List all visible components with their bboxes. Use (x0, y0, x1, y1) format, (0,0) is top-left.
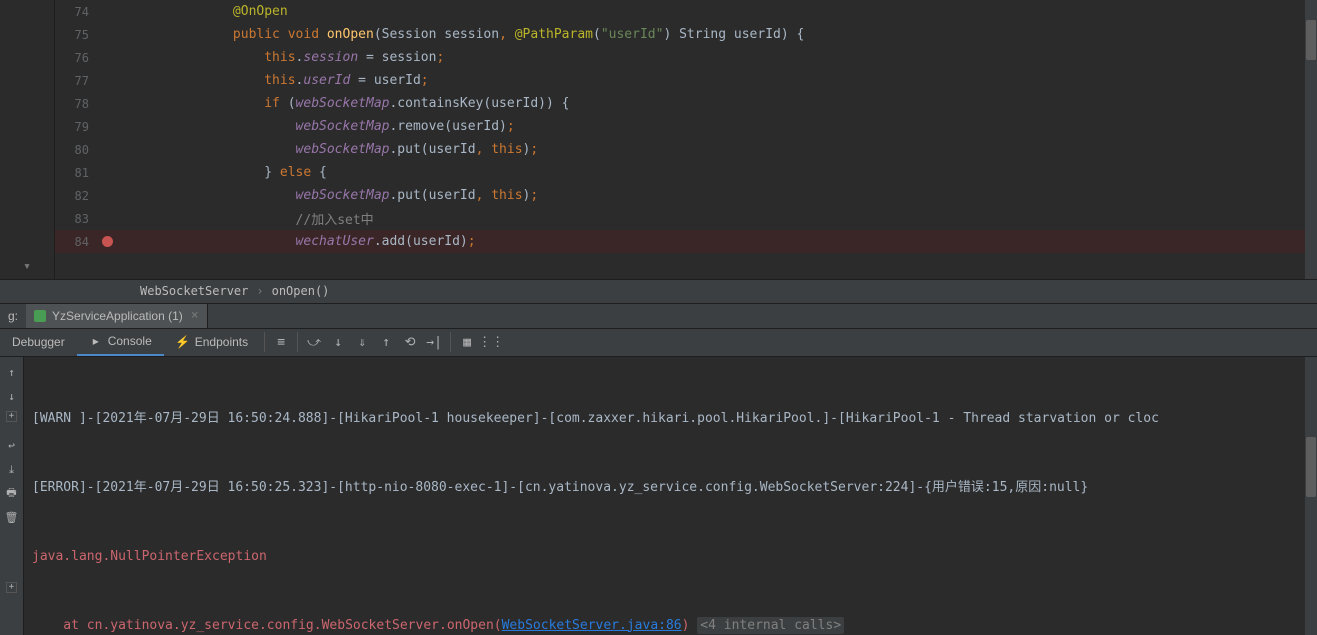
code-content[interactable]: public void onOpen(Session session, @Pat… (135, 27, 1305, 42)
run-config-name: YzServiceApplication (1) (52, 309, 183, 323)
code-line[interactable]: 77 this.userId = userId; (55, 69, 1305, 92)
clear-icon[interactable]: 🗑 (2, 508, 22, 528)
console-icon: ▸ (89, 334, 103, 348)
collapse-icon[interactable]: ▾ (0, 255, 54, 279)
code-line[interactable]: 84 wechatUser.add(userId); (55, 230, 1305, 253)
toolbar-more-icon[interactable]: ≡ (269, 330, 293, 354)
softwrap-icon[interactable]: ↩ (2, 436, 22, 456)
breadcrumb-class[interactable]: WebSocketServer (140, 284, 248, 298)
up-icon[interactable]: ↑ (2, 363, 22, 383)
code-line[interactable]: 76 this.session = session; (55, 46, 1305, 69)
step-into-icon[interactable]: ↓ (326, 330, 350, 354)
breakpoint-icon[interactable] (102, 236, 113, 247)
code-content[interactable]: if (webSocketMap.containsKey(userId)) { (135, 96, 1305, 111)
spring-boot-icon (34, 310, 46, 322)
breadcrumb-method[interactable]: onOpen() (272, 284, 330, 298)
close-icon[interactable]: × (191, 308, 199, 323)
line-number[interactable]: 82 (55, 189, 99, 203)
code-line[interactable]: 75 public void onOpen(Session session, @… (55, 23, 1305, 46)
endpoints-icon: ⚡ (176, 335, 190, 349)
stack-link[interactable]: WebSocketServer.java:86 (502, 618, 682, 633)
log-warn-line: [WARN ]-[2021年-07月-29日 16:50:24.888]-[Hi… (32, 407, 1297, 430)
print-icon[interactable]: 🖶 (2, 484, 22, 504)
step-over-icon[interactable]: ⤻ (302, 330, 326, 354)
code-line[interactable]: 83 //加入set中 (55, 207, 1305, 230)
code-content[interactable]: //加入set中 (135, 209, 1305, 228)
line-number[interactable]: 84 (55, 235, 99, 249)
tab-debugger[interactable]: Debugger (0, 329, 77, 356)
editor-area: ▾ 74 @OnOpen75 public void onOpen(Sessio… (0, 0, 1317, 279)
code-content[interactable]: this.session = session; (135, 50, 1305, 65)
run-tabs: g: YzServiceApplication (1) × (0, 303, 1317, 329)
line-number[interactable]: 83 (55, 212, 99, 226)
breadcrumb[interactable]: WebSocketServer › onOpen() (0, 279, 1317, 303)
tab-endpoints[interactable]: ⚡ Endpoints (164, 329, 260, 356)
code-content[interactable]: } else { (135, 165, 1305, 180)
line-number[interactable]: 81 (55, 166, 99, 180)
code-content[interactable]: this.userId = userId; (135, 73, 1305, 88)
console-output[interactable]: [WARN ]-[2021年-07月-29日 16:50:24.888]-[Hi… (24, 357, 1305, 635)
code-line[interactable]: 82 webSocketMap.put(userId, this); (55, 184, 1305, 207)
fold-plus-icon[interactable]: + (6, 411, 17, 422)
log-error-line: [ERROR]-[2021年-07月-29日 16:50:25.323]-[ht… (32, 476, 1297, 499)
code-content[interactable]: webSocketMap.remove(userId); (135, 119, 1305, 134)
code-line[interactable]: 80 webSocketMap.put(userId, this); (55, 138, 1305, 161)
run-config-tab[interactable]: YzServiceApplication (1) × (26, 304, 208, 328)
code-content[interactable]: webSocketMap.put(userId, this); (135, 188, 1305, 203)
line-number[interactable]: 77 (55, 74, 99, 88)
scroll-to-end-icon[interactable]: ⤓ (2, 460, 22, 480)
tab-console[interactable]: ▸ Console (77, 329, 164, 356)
console-scrollbar[interactable] (1305, 357, 1317, 635)
code-content[interactable]: @OnOpen (135, 4, 1305, 19)
fold-plus-icon-2[interactable]: + (6, 582, 17, 593)
editor-scrollbar[interactable] (1305, 0, 1317, 279)
code-content[interactable]: webSocketMap.put(userId, this); (135, 142, 1305, 157)
run-label: g: (0, 309, 26, 323)
code-editor[interactable]: 74 @OnOpen75 public void onOpen(Session … (55, 0, 1305, 279)
code-line[interactable]: 79 webSocketMap.remove(userId); (55, 115, 1305, 138)
internal-calls-badge[interactable]: <4 internal calls> (697, 617, 844, 634)
line-number[interactable]: 76 (55, 51, 99, 65)
code-line[interactable]: 74 @OnOpen (55, 0, 1305, 23)
code-line[interactable]: 78 if (webSocketMap.containsKey(userId))… (55, 92, 1305, 115)
log-exception: java.lang.NullPointerException (32, 545, 1297, 568)
trace-icon[interactable]: ⋮⋮ (479, 330, 503, 354)
line-number[interactable]: 79 (55, 120, 99, 134)
console-area: ↑ ↓ + ↩ ⤓ 🖶 🗑 + [WARN ]-[2021年-07月-29日 1… (0, 357, 1317, 635)
code-content[interactable]: wechatUser.add(userId); (135, 234, 1305, 249)
run-to-cursor-icon[interactable]: →| (422, 330, 446, 354)
line-number[interactable]: 80 (55, 143, 99, 157)
evaluate-icon[interactable]: ▦ (455, 330, 479, 354)
console-toolbar: ↑ ↓ + ↩ ⤓ 🖶 🗑 + (0, 357, 24, 635)
breakpoint-gutter[interactable] (99, 236, 115, 247)
project-gutter: ▾ (0, 0, 55, 279)
chevron-right-icon: › (256, 284, 263, 298)
line-number[interactable]: 74 (55, 5, 99, 19)
drop-frame-icon[interactable]: ⟲ (398, 330, 422, 354)
line-number[interactable]: 75 (55, 28, 99, 42)
step-out-icon[interactable]: ↑ (374, 330, 398, 354)
debug-toolbar: Debugger ▸ Console ⚡ Endpoints ≡ ⤻ ↓ ⇓ ↑… (0, 329, 1317, 357)
line-number[interactable]: 78 (55, 97, 99, 111)
down-icon[interactable]: ↓ (2, 387, 22, 407)
code-line[interactable]: 81 } else { (55, 161, 1305, 184)
force-step-into-icon[interactable]: ⇓ (350, 330, 374, 354)
